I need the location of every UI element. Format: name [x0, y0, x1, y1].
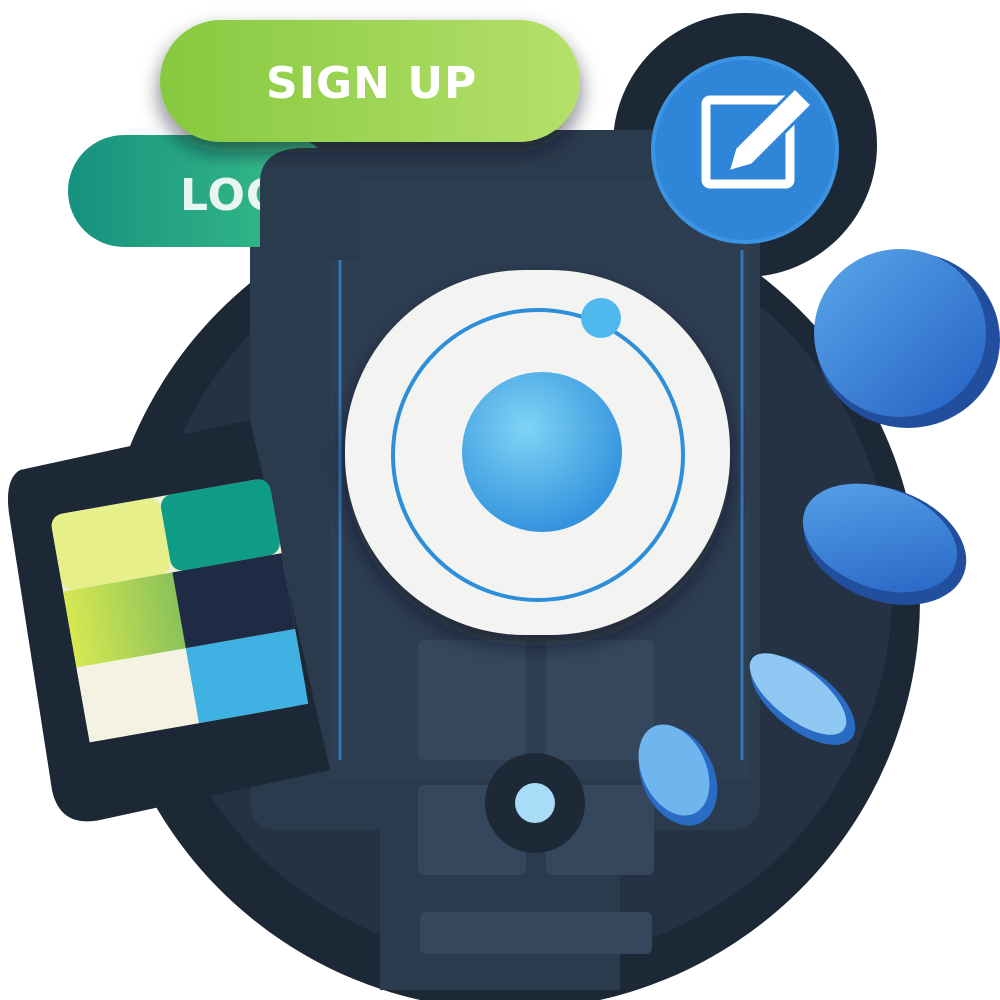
- signup-button-label: SIGN UP: [266, 58, 477, 109]
- panel-tile: [418, 640, 526, 760]
- bottom-bar: [420, 912, 652, 954]
- phone-top-edge: [260, 148, 360, 260]
- coin: [814, 249, 986, 417]
- edit-icon[interactable]: [651, 56, 839, 244]
- panel-tile: [546, 640, 654, 760]
- home-button-icon[interactable]: [485, 753, 585, 853]
- illustration-scene: LOG IN SIGN UP: [7, 13, 1000, 1000]
